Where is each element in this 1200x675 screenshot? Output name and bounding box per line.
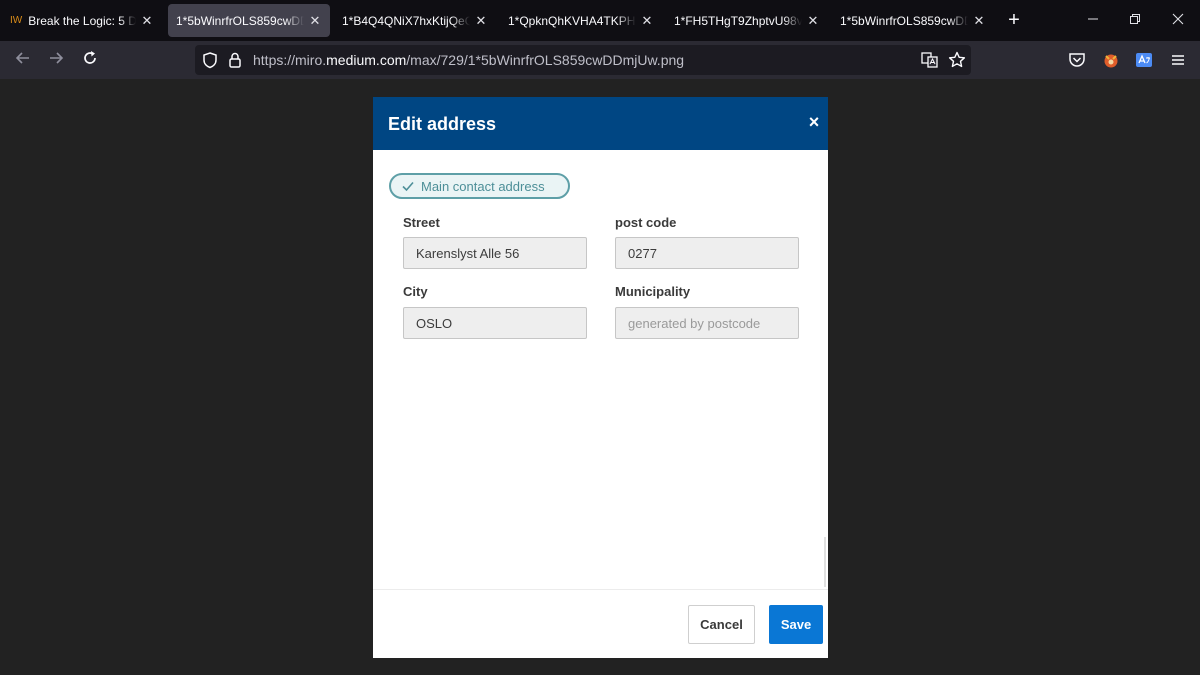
city-input[interactable] bbox=[403, 307, 587, 339]
tab-break-the-logic[interactable]: IW Break the Logic: 5 Diffe ✕ bbox=[2, 4, 162, 37]
url-path: /max/729/1*5bWinrfrOLS859cwDDmjUw.png bbox=[406, 52, 685, 68]
tab-close-icon[interactable]: ✕ bbox=[308, 13, 322, 29]
tab-close-icon[interactable]: ✕ bbox=[140, 13, 154, 29]
new-tab-icon[interactable]: + bbox=[1003, 9, 1025, 31]
window-close-icon[interactable] bbox=[1163, 8, 1193, 32]
check-icon bbox=[402, 181, 414, 192]
postcode-label: post code bbox=[615, 215, 677, 230]
url-text[interactable]: https://miro.medium.com/max/729/1*5bWinr… bbox=[253, 52, 684, 68]
minimize-icon[interactable] bbox=[1078, 8, 1108, 32]
tab-close-icon[interactable]: ✕ bbox=[474, 13, 488, 29]
dialog-close-icon[interactable]: × bbox=[804, 112, 824, 132]
star-icon[interactable] bbox=[947, 50, 967, 70]
tab-image-qpkn[interactable]: 1*QpknQhKVHA4TKPHX1c ✕ bbox=[500, 4, 662, 37]
save-button[interactable]: Save bbox=[769, 605, 823, 644]
dialog-scrollbar[interactable] bbox=[824, 537, 826, 587]
tab-favicon: IW bbox=[10, 15, 23, 26]
tab-image-5bwi[interactable]: 1*5bWinrfrOLS859cwDDmj ✕ bbox=[832, 4, 994, 37]
tab-strip: IW Break the Logic: 5 Diffe ✕ 1*5bWinrfr… bbox=[0, 0, 1200, 41]
footer-divider bbox=[373, 589, 828, 590]
tab-close-icon[interactable]: ✕ bbox=[640, 13, 654, 29]
city-label: City bbox=[403, 284, 428, 299]
translate-extension-icon[interactable] bbox=[1134, 50, 1154, 70]
lock-icon[interactable] bbox=[226, 50, 246, 70]
extension-icon[interactable] bbox=[1101, 50, 1121, 70]
tab-title: 1*FH5THgT9ZhptvU98vMn bbox=[674, 13, 802, 28]
url-host: medium.com bbox=[326, 52, 407, 68]
tab-image-fh5t[interactable]: 1*FH5THgT9ZhptvU98vMn ✕ bbox=[666, 4, 828, 37]
shield-icon[interactable] bbox=[201, 50, 221, 70]
cancel-button[interactable]: Cancel bbox=[688, 605, 755, 644]
street-input[interactable] bbox=[403, 237, 587, 269]
dialog-header: Edit address × bbox=[373, 97, 828, 150]
edit-address-dialog: Edit address × Main contact address Stre… bbox=[373, 97, 828, 658]
tab-active-image[interactable]: 1*5bWinrfrOLS859cwDDmj ✕ bbox=[168, 4, 330, 37]
tab-close-icon[interactable]: ✕ bbox=[806, 13, 820, 29]
forward-arrow-icon[interactable] bbox=[44, 49, 68, 71]
tab-title: 1*5bWinrfrOLS859cwDDmj bbox=[840, 13, 968, 28]
tab-title: 1*B4Q4QNiX7hxKtijQeQjF\ bbox=[342, 13, 470, 28]
municipality-label: Municipality bbox=[615, 284, 691, 299]
url-prefix: https://miro. bbox=[253, 52, 327, 68]
back-arrow-icon[interactable] bbox=[11, 49, 35, 71]
translate-icon[interactable] bbox=[920, 50, 940, 70]
tab-close-icon[interactable]: ✕ bbox=[972, 13, 986, 29]
tab-title: 1*QpknQhKVHA4TKPHX1c bbox=[508, 13, 636, 28]
restore-icon[interactable] bbox=[1120, 8, 1150, 32]
pocket-icon[interactable] bbox=[1067, 50, 1087, 70]
tab-image-b4q4[interactable]: 1*B4Q4QNiX7hxKtijQeQjF\ ✕ bbox=[334, 4, 496, 37]
tab-title: Break the Logic: 5 Diffe bbox=[28, 13, 136, 28]
tab-title: 1*5bWinrfrOLS859cwDDmj bbox=[176, 13, 304, 28]
menu-icon[interactable] bbox=[1168, 50, 1188, 70]
street-label: Street bbox=[403, 215, 440, 230]
dialog-title: Edit address bbox=[388, 114, 497, 134]
municipality-input[interactable] bbox=[615, 307, 799, 339]
postcode-input[interactable] bbox=[615, 237, 799, 269]
chip-label: Main contact address bbox=[421, 178, 545, 194]
reload-icon[interactable] bbox=[78, 49, 102, 71]
main-contact-address-chip[interactable]: Main contact address bbox=[389, 173, 570, 199]
